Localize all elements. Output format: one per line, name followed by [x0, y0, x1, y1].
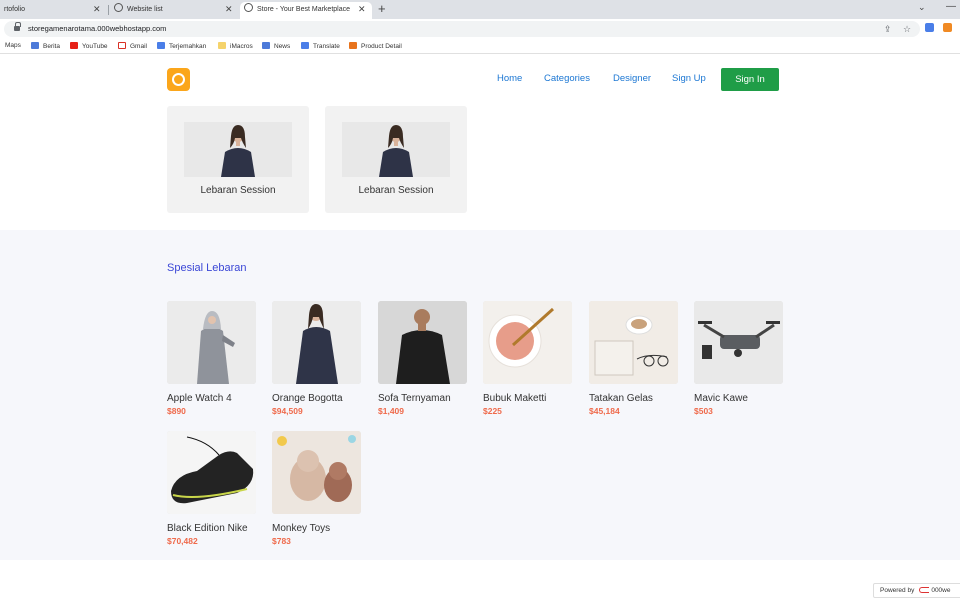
close-icon[interactable]: ✕	[225, 2, 233, 17]
url-text: storegamenarotama.000webhostapp.com	[28, 24, 167, 33]
chevron-down-icon[interactable]: ⌄	[918, 2, 926, 13]
powered-by-brand: 000we	[931, 587, 951, 594]
product-price: $45,184	[589, 406, 620, 416]
browser-tab-bar: rtofolio ✕ Website list ✕ Store - Your B…	[0, 0, 960, 19]
product-image	[272, 431, 361, 514]
product-price: $783	[272, 536, 291, 546]
close-icon[interactable]: ✕	[358, 2, 366, 17]
category-card[interactable]: Lebaran Session	[167, 106, 309, 213]
product-name: Mavic Kawe	[694, 393, 748, 404]
tab-title: Store - Your Best Marketplace	[257, 6, 350, 13]
product-price: $503	[694, 406, 713, 416]
product-image	[378, 301, 467, 384]
nav-home[interactable]: Home	[497, 73, 522, 84]
powered-by-label: Powered by	[880, 587, 915, 594]
bookmarks-bar: Maps Berita YouTube Gmail Terjemahkan iM…	[0, 39, 960, 54]
webhost-logo-icon	[919, 587, 930, 593]
product-price: $1,409	[378, 406, 404, 416]
nav-sign-up[interactable]: Sign Up	[672, 73, 706, 84]
product-name: Tatakan Gelas	[589, 393, 653, 404]
product-name: Black Edition Nike	[167, 523, 248, 534]
bookmark-youtube[interactable]: YouTube	[70, 42, 108, 50]
product-image	[483, 301, 572, 384]
omnibox[interactable]: storegamenarotama.000webhostapp.com ⇪ ☆	[4, 21, 920, 37]
category-image	[184, 122, 292, 177]
bookmark-product-detail[interactable]: Product Detail	[349, 42, 402, 50]
powered-by-badge[interactable]: Powered by 000we	[873, 583, 960, 598]
spesial-lebaran-section: Spesial Lebaran Apple Watch 4 $890 Orang…	[0, 230, 960, 560]
star-icon[interactable]: ☆	[903, 24, 911, 35]
lock-icon	[14, 22, 21, 32]
product-card[interactable]: Tatakan Gelas $45,184	[589, 301, 679, 416]
sign-in-button[interactable]: Sign In	[721, 68, 779, 91]
globe-icon	[244, 3, 253, 12]
product-price: $890	[167, 406, 186, 416]
product-card[interactable]: Monkey Toys $783	[272, 431, 362, 546]
youtube-icon	[70, 42, 78, 49]
bookmark-berita[interactable]: Berita	[31, 42, 60, 50]
folder-icon	[218, 42, 226, 49]
bookmark-terjemahkan[interactable]: Terjemahkan	[157, 42, 206, 50]
store-page: Home Categories Designer Sign Up Sign In…	[0, 55, 960, 600]
metamask-extension-icon[interactable]	[943, 23, 952, 32]
category-image	[342, 122, 450, 177]
product-card[interactable]: Black Edition Nike $70,482	[167, 431, 257, 546]
product-name: Bubuk Maketti	[483, 393, 547, 404]
translate-icon	[301, 42, 309, 49]
product-image	[167, 301, 256, 384]
nav-categories[interactable]: Categories	[544, 73, 590, 84]
product-name: Apple Watch 4	[167, 393, 232, 404]
minimize-button[interactable]: —	[946, 1, 956, 12]
product-price: $70,482	[167, 536, 198, 546]
product-name: Orange Bogotta	[272, 393, 343, 404]
news-icon	[262, 42, 270, 49]
tab-website-list[interactable]: Website list ✕	[110, 2, 238, 19]
category-label: Lebaran Session	[200, 185, 276, 196]
tab-title: Website list	[127, 6, 163, 13]
product-image	[589, 301, 678, 384]
category-label: Lebaran Session	[358, 185, 434, 196]
product-price: $225	[483, 406, 502, 416]
product-image	[272, 301, 361, 384]
product-card[interactable]: Sofa Ternyaman $1,409	[378, 301, 468, 416]
share-icon[interactable]: ⇪	[884, 24, 892, 35]
bookmark-gmail[interactable]: Gmail	[118, 42, 147, 50]
bookmark-news[interactable]: News	[262, 42, 290, 50]
translate-extension-icon[interactable]	[925, 23, 934, 32]
product-price: $94,509	[272, 406, 303, 416]
product-name: Sofa Ternyaman	[378, 393, 451, 404]
nav-designer[interactable]: Designer	[613, 73, 651, 84]
product-card[interactable]: Mavic Kawe $503	[694, 301, 784, 416]
tab-title: rtofolio	[4, 6, 26, 13]
product-image	[694, 301, 783, 384]
gmail-icon	[118, 42, 126, 49]
tab-store[interactable]: Store - Your Best Marketplace ✕	[240, 2, 372, 19]
product-card[interactable]: Apple Watch 4 $890	[167, 301, 257, 416]
bookmark-maps[interactable]: Maps	[5, 42, 21, 49]
product-name: Monkey Toys	[272, 523, 331, 534]
new-tab-button[interactable]: +	[378, 1, 386, 16]
product-card[interactable]: Bubuk Maketti $225	[483, 301, 573, 416]
globe-icon	[114, 3, 123, 12]
close-icon[interactable]: ✕	[93, 2, 101, 17]
product-card[interactable]: Orange Bogotta $94,509	[272, 301, 362, 416]
tab-portfolio[interactable]: rtofolio ✕	[0, 2, 106, 19]
news-icon	[31, 42, 39, 49]
store-logo[interactable]	[167, 68, 190, 91]
bookmark-translate[interactable]: Translate	[301, 42, 340, 50]
translate-icon	[157, 42, 165, 49]
section-title: Spesial Lebaran	[167, 262, 247, 274]
category-card[interactable]: Lebaran Session	[325, 106, 467, 213]
product-image	[167, 431, 256, 514]
bookmark-imacros[interactable]: iMacros	[218, 42, 253, 50]
address-bar: storegamenarotama.000webhostapp.com ⇪ ☆	[0, 19, 960, 39]
page-icon	[349, 42, 357, 49]
